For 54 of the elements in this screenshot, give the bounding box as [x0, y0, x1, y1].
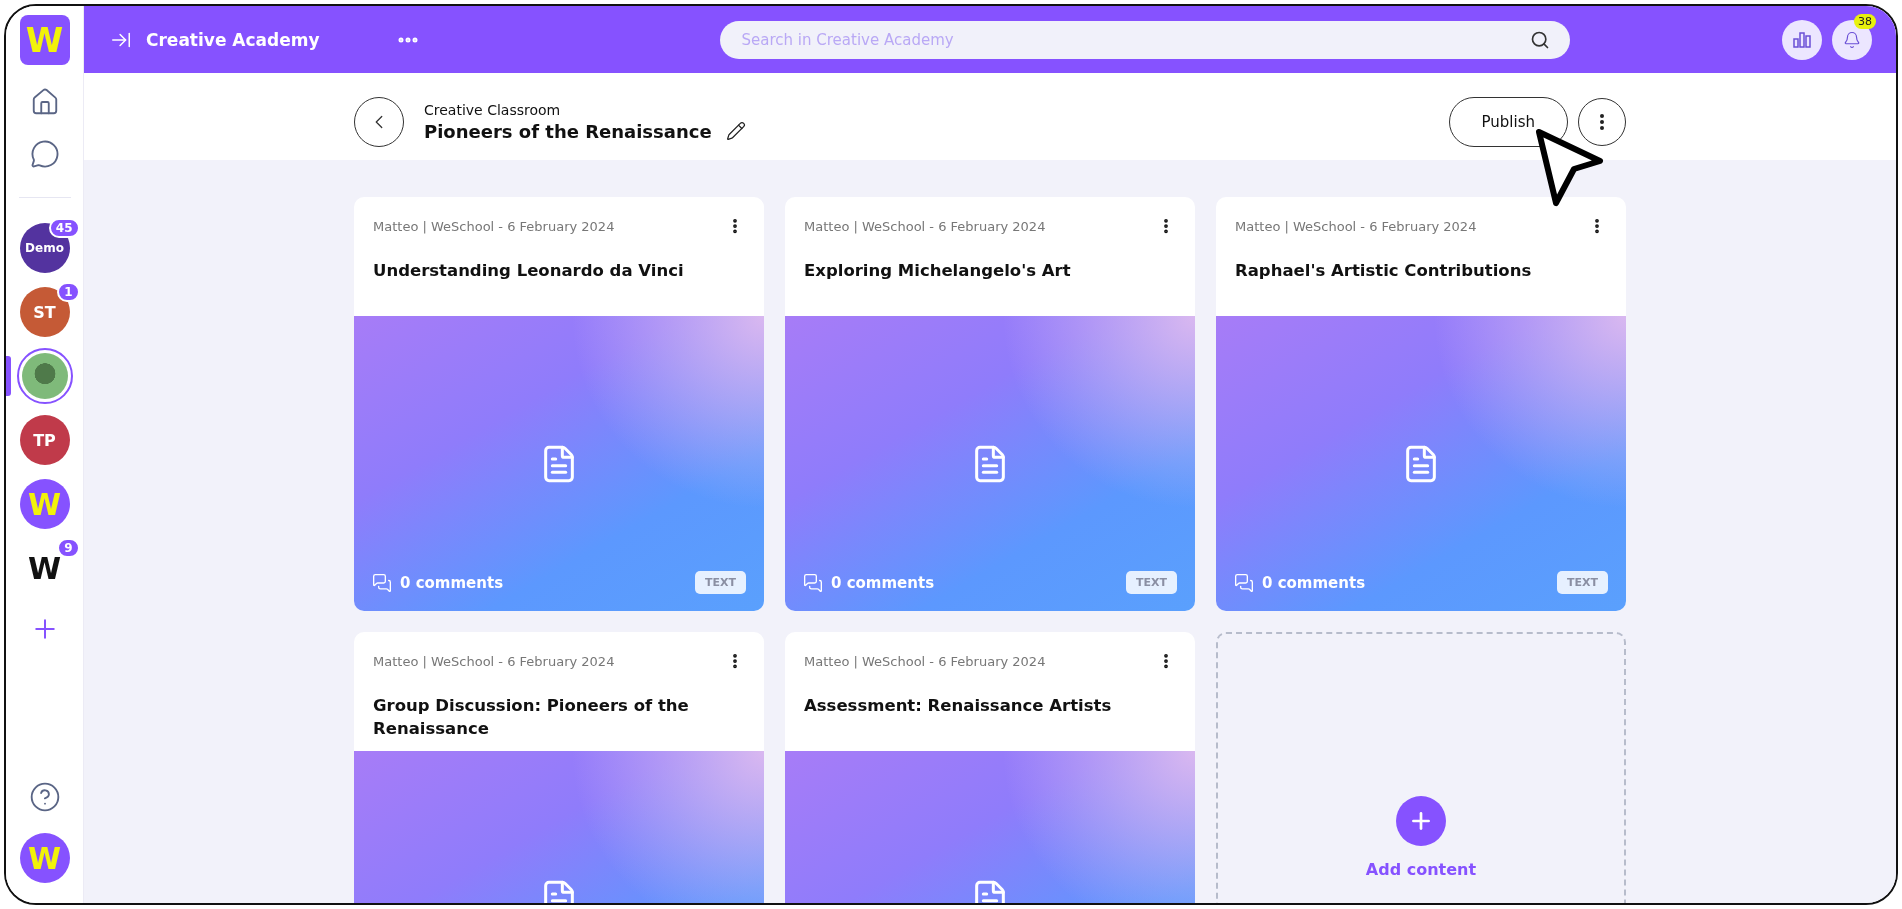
search-input[interactable]: Search in Creative Academy [739, 29, 1530, 50]
publish-button[interactable]: Publish [1448, 96, 1568, 147]
card-meta: Matteo | WeSchool - 6 February 2024 [373, 218, 615, 234]
more-icon [1600, 113, 1604, 130]
search-icon[interactable] [1529, 29, 1550, 50]
comments-count: 0 comments [831, 573, 935, 592]
count-badge: 45 [48, 218, 80, 238]
selection-indicator [6, 356, 11, 396]
card-title: Group Discussion: Pioneers of the Renaissance [373, 695, 690, 741]
type-tag: TEXT [1126, 571, 1177, 594]
content-card[interactable]: Matteo | WeSchool - 6 February 2024 Assessment: Renaissance Artists [785, 632, 1195, 903]
card-title: Raphael's Artistic Contributions [1235, 260, 1533, 282]
count-badge: 1 [57, 282, 80, 302]
comments-icon [803, 572, 823, 593]
content-card[interactable]: Matteo | WeSchool - 6 February 2024 Raphael's Artistic Contributions 0 comments TEXT [1216, 197, 1626, 611]
account-avatar[interactable]: W [19, 833, 70, 883]
bell-icon [1843, 30, 1861, 49]
card-meta: Matteo | WeSchool - 6 February 2024 [804, 218, 1046, 234]
card-meta: Matteo | WeSchool - 6 February 2024 [1235, 218, 1477, 234]
card-title: Exploring Michelangelo's Art [804, 260, 1072, 282]
add-button[interactable] [1396, 796, 1446, 846]
comments-icon [372, 572, 392, 593]
content-card[interactable]: Matteo | WeSchool - 6 February 2024 Group Discussion: Pioneers of the Renaissance [354, 632, 764, 903]
back-button[interactable] [354, 96, 404, 147]
more-button[interactable] [1578, 97, 1626, 146]
help-icon[interactable] [28, 781, 61, 813]
page-title: Pioneers of the Renaissance [424, 120, 712, 142]
comments-icon [1234, 572, 1254, 593]
card-title: Understanding Leonardo da Vinci [373, 260, 685, 282]
breadcrumb[interactable]: Creative Classroom [424, 101, 746, 118]
comments-count: 0 comments [1262, 573, 1366, 592]
card-meta: Matteo | WeSchool - 6 February 2024 [373, 653, 615, 669]
card-title: Assessment: Renaissance Artists [804, 695, 1113, 717]
space-avatar[interactable]: W [19, 479, 70, 529]
notifications-button[interactable] [1832, 19, 1872, 60]
space-avatar[interactable]: TP [19, 415, 70, 465]
add-content-label[interactable]: Add content [1365, 860, 1477, 879]
search-field[interactable]: Search in Creative Academy [719, 20, 1570, 59]
type-tag: TEXT [1557, 571, 1608, 594]
chat-icon[interactable] [29, 139, 60, 169]
notification-count: 38 [1854, 13, 1876, 29]
content-card[interactable]: Matteo | WeSchool - 6 February 2024 Exploring Michelangelo's Art 0 comments TEXT [785, 197, 1195, 611]
content-card[interactable]: Matteo | WeSchool - 6 February 2024 Understanding Leonardo da Vinci 0 comments TEXT [354, 197, 764, 611]
photo-placeholder [21, 353, 68, 399]
edit-icon[interactable] [725, 121, 746, 141]
add-content-card[interactable]: Add content [1216, 632, 1626, 903]
card-meta: Matteo | WeSchool - 6 February 2024 [804, 653, 1046, 669]
count-badge: 9 [57, 538, 80, 558]
space-title: Creative Academy [146, 29, 320, 50]
comments-count: 0 comments [400, 573, 504, 592]
stats-button[interactable] [1782, 19, 1822, 60]
type-tag: TEXT [695, 571, 746, 594]
app-logo[interactable]: W [19, 15, 70, 65]
bar-chart-icon [1793, 31, 1811, 48]
